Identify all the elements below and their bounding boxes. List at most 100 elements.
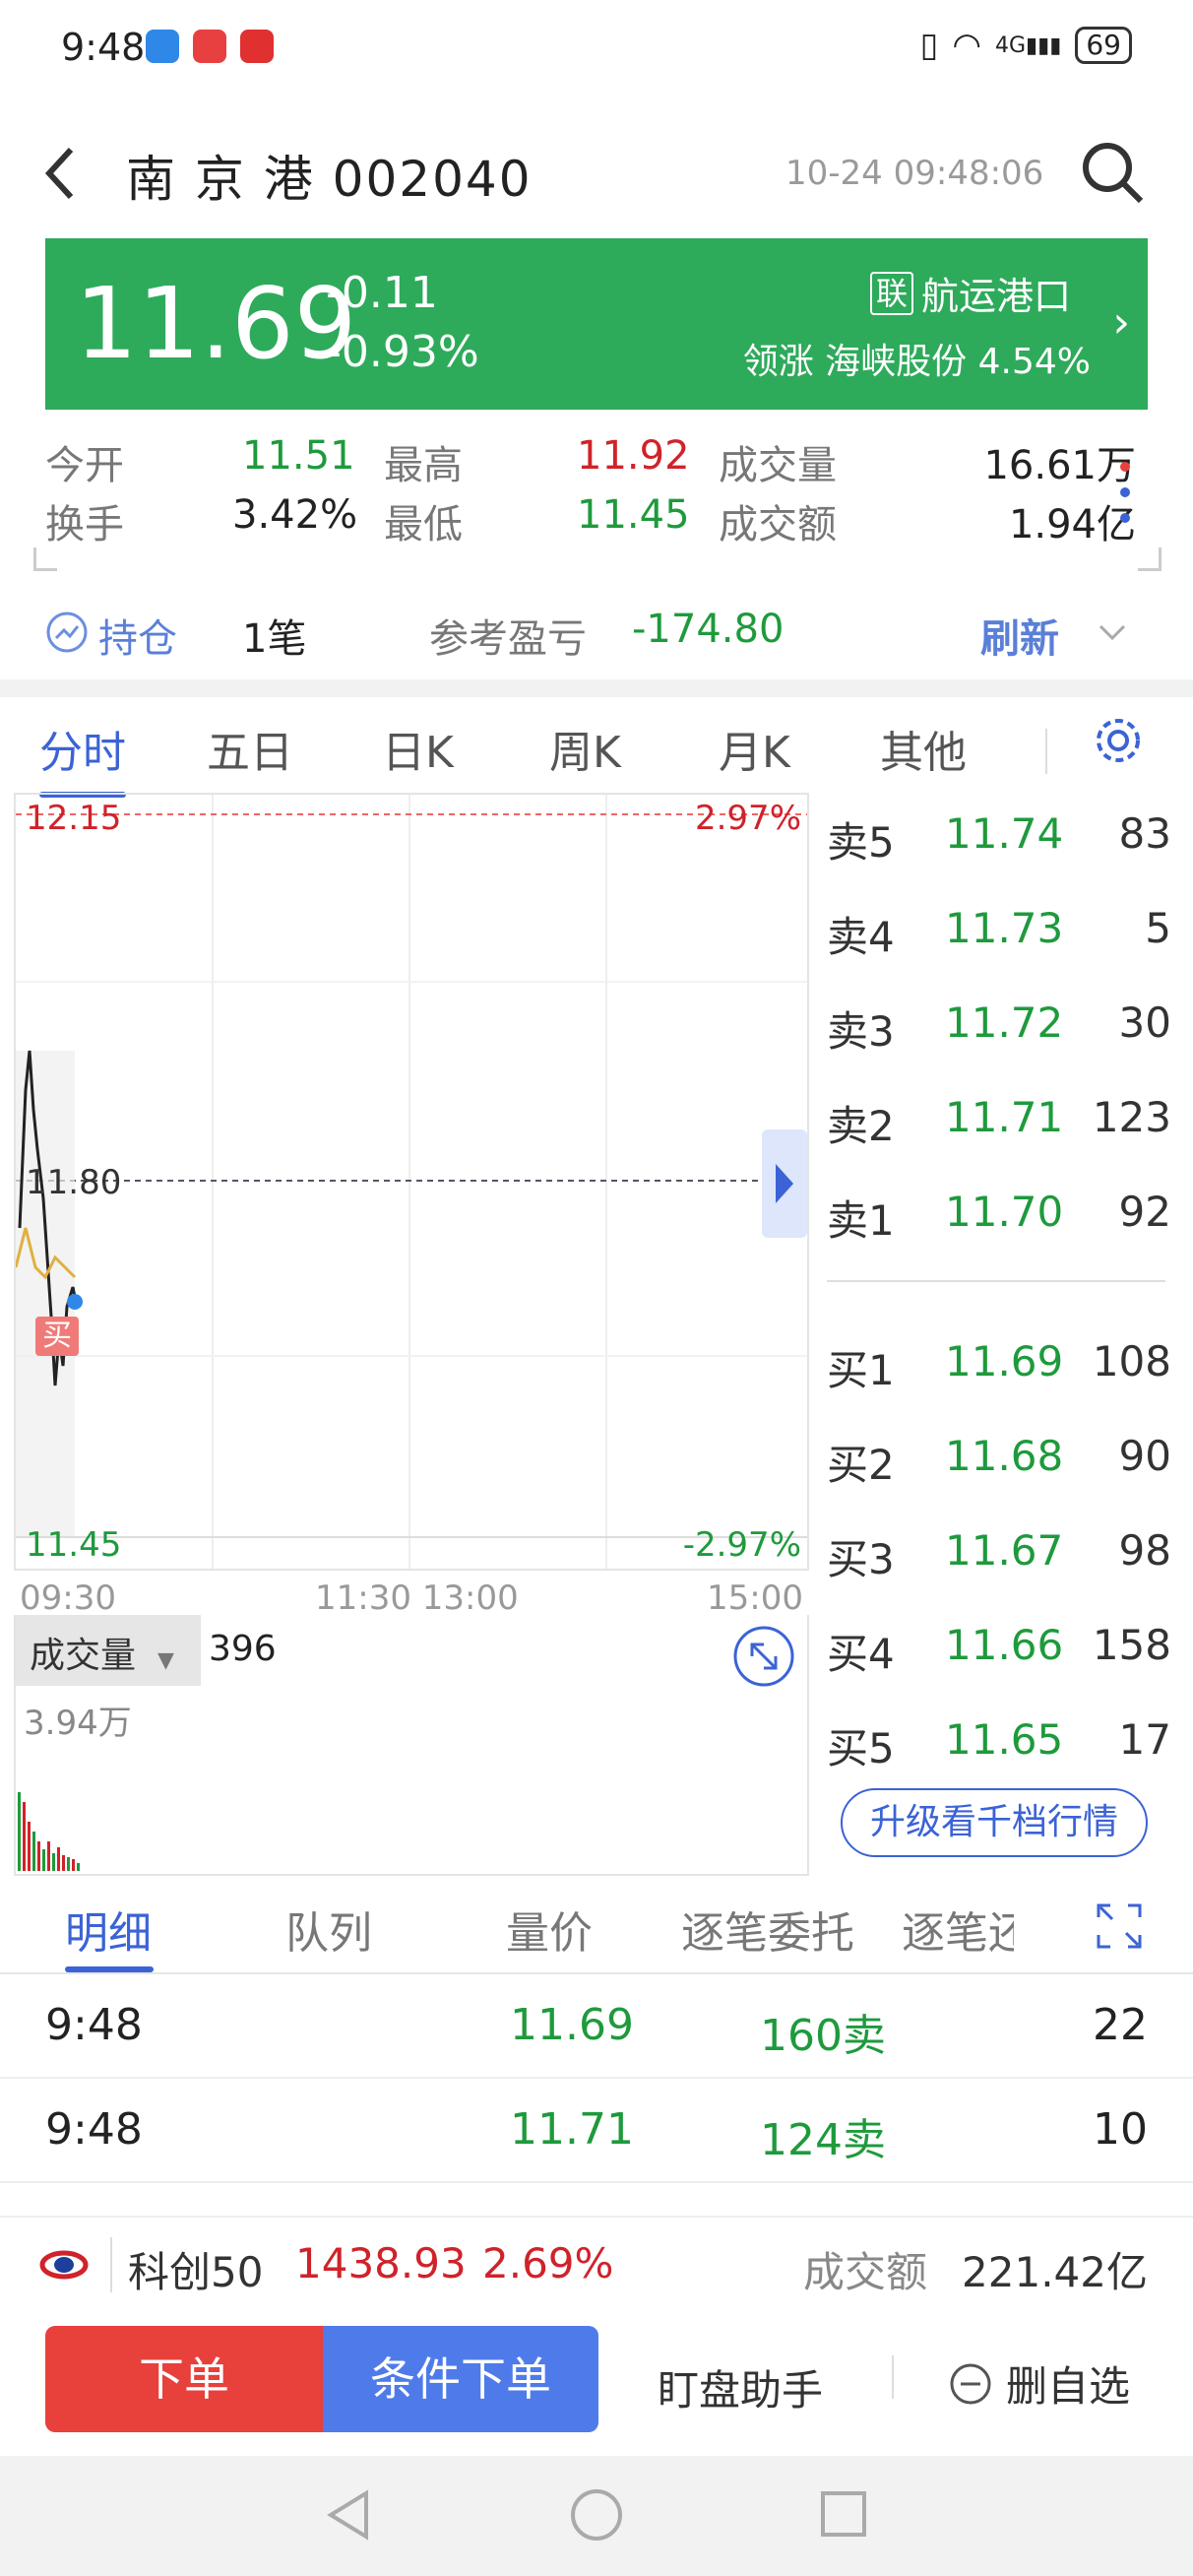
chevron-right-icon[interactable]: ›: [1112, 297, 1130, 348]
turnover-value: 3.42%: [232, 492, 358, 538]
battery-icon: 69: [1075, 27, 1132, 64]
watch-assistant-button[interactable]: 盯盘助手: [658, 2357, 823, 2417]
low-value: 11.45: [577, 492, 690, 538]
index-change-pct: 2.69%: [482, 2239, 614, 2287]
buy-marker: 买: [35, 1317, 79, 1356]
triangle-down-icon: ▼: [157, 1648, 174, 1673]
time-axis-end: 15:00: [707, 1578, 803, 1618]
status-time: 9:48: [61, 26, 146, 69]
stats-grid: 今开 11.51 最高 11.92 成交量 16.61万 换手 3.42% 最低…: [45, 433, 1148, 551]
tab-other[interactable]: 其他: [880, 717, 967, 780]
ask-row[interactable]: 卖3 11.72 30: [827, 998, 1171, 1058]
chart-bottom-pct: -2.97%: [682, 1525, 801, 1565]
expand-icon[interactable]: [732, 1625, 795, 1688]
minus-circle-icon: [950, 2363, 991, 2404]
high-label: 最高: [384, 443, 463, 488]
volume-panel: 成交量 ▼ 396 3.94万: [14, 1615, 809, 1876]
upgrade-depth-button[interactable]: 升级看千档行情: [841, 1788, 1148, 1857]
stock-title: 南 京 港 002040: [126, 151, 533, 208]
more-icon[interactable]: [1112, 453, 1138, 532]
sector-leader[interactable]: 领涨 海峡股份 4.54%: [743, 333, 1091, 384]
volume-value: 396: [209, 1629, 277, 1669]
volume-label: 成交量: [719, 443, 837, 488]
pnl-label: 参考盈亏: [429, 616, 587, 662]
divider: [110, 2237, 112, 2292]
volume-bars: [18, 1792, 80, 1871]
active-tab-indicator: [65, 1966, 154, 1972]
index-name: 科创50: [128, 2248, 264, 2296]
settings-gear-icon[interactable]: [1091, 713, 1146, 768]
chart-tabs: 分时 五日 日K 周K 月K 其他: [0, 699, 1193, 798]
intraday-chart-svg: [14, 795, 807, 1569]
tab-daily-k[interactable]: 日K: [382, 717, 454, 780]
vibrate-icon: ▯: [919, 26, 939, 65]
index-amount: 221.42亿: [962, 2248, 1148, 2296]
header: 南 京 港 002040 10-24 09:48:06: [0, 128, 1193, 217]
open-value: 11.51: [242, 433, 355, 479]
holding-label[interactable]: 持仓: [98, 607, 177, 664]
fullscreen-icon[interactable]: [1095, 1901, 1144, 1951]
tab-order-restore[interactable]: 逐笔还原: [902, 1898, 1014, 1961]
app-notification-icon: [193, 30, 226, 63]
corner-mark: [1138, 547, 1162, 571]
chart-mid-price: 11.80: [26, 1163, 122, 1202]
bid-row[interactable]: 买2 11.68 90: [827, 1432, 1171, 1491]
sector-name: 航运港口: [921, 275, 1072, 318]
bid-row[interactable]: 买1 11.69 108: [827, 1337, 1171, 1396]
status-icons: ▯ ◠ 4G▮▮▮ 69: [920, 26, 1132, 65]
signal-icon: 4G▮▮▮: [994, 32, 1062, 58]
remove-watchlist-button[interactable]: 删自选: [949, 2353, 1130, 2414]
pnl-value: -174.80: [632, 607, 785, 652]
tab-five-day[interactable]: 五日: [207, 717, 293, 780]
time-axis-start: 09:30: [20, 1578, 116, 1618]
status-bar: 9:48 ▯ ◠ 4G▮▮▮ 69: [0, 0, 1193, 98]
tab-order-by-order[interactable]: 逐笔委托: [681, 1898, 854, 1961]
tab-queue[interactable]: 队列: [285, 1898, 372, 1961]
corner-mark: [33, 547, 57, 571]
nav-home-icon[interactable]: [569, 2487, 624, 2543]
place-order-button[interactable]: 下单: [45, 2326, 323, 2432]
current-price: 11.69: [75, 266, 357, 381]
price-change: -0.11: [326, 268, 438, 318]
volume-max: 3.94万: [24, 1704, 132, 1743]
tab-weekly-k[interactable]: 周K: [549, 717, 621, 780]
nav-back-icon[interactable]: [325, 2487, 372, 2543]
index-amount-label: 成交额: [803, 2248, 928, 2296]
ask-row[interactable]: 卖2 11.71 123: [827, 1093, 1171, 1152]
detail-tabs: 明细 队列 量价 逐笔委托 逐笔还原: [0, 1876, 1193, 1974]
chevron-down-icon[interactable]: [1097, 622, 1128, 642]
turnover-label: 换手: [45, 502, 124, 547]
divider: [892, 2355, 894, 2399]
sector-badge: 联: [870, 271, 914, 315]
tab-intraday[interactable]: 分时: [39, 717, 126, 780]
ask-row[interactable]: 卖5 11.74 83: [827, 809, 1171, 869]
index-logo-icon: [39, 2250, 89, 2280]
search-icon[interactable]: [1078, 138, 1147, 207]
intraday-chart[interactable]: 12.15 2.97% 11.80 11.45 -2.97% 买 09:30 1…: [14, 793, 809, 1618]
conditional-order-button[interactable]: 条件下单: [323, 2326, 598, 2432]
price-change-pct: -0.93%: [326, 327, 479, 377]
volume-selector[interactable]: 成交量 ▼: [16, 1615, 201, 1686]
sector-link[interactable]: 联 航运港口: [870, 266, 1071, 320]
system-nav-bar: [0, 2456, 1193, 2576]
divider: [1045, 729, 1047, 774]
book-divider: [827, 1280, 1165, 1282]
ask-row[interactable]: 卖1 11.70 92: [827, 1188, 1171, 1247]
quote-timestamp: 10-24 09:48:06: [785, 154, 1044, 193]
price-panel: 11.69 -0.11 -0.93% 联 航运港口 领涨 海峡股份 4.54% …: [45, 238, 1148, 410]
bid-row[interactable]: 买3 11.67 98: [827, 1526, 1171, 1585]
ask-row[interactable]: 卖4 11.73 5: [827, 904, 1171, 963]
back-icon[interactable]: [39, 144, 83, 203]
nav-recents-icon[interactable]: [819, 2489, 868, 2539]
wifi-icon: ◠: [952, 26, 981, 65]
refresh-button[interactable]: 刷新: [980, 607, 1059, 664]
bid-row[interactable]: 买5 11.65 17: [827, 1715, 1171, 1774]
open-label: 今开: [45, 443, 124, 488]
tab-monthly-k[interactable]: 月K: [719, 717, 790, 780]
index-ticker[interactable]: 科创50 1438.93 2.69% 成交额 221.42亿: [0, 2216, 1193, 2314]
chart-trend-icon: [46, 612, 88, 653]
tab-volume-price[interactable]: 量价: [506, 1898, 593, 1961]
table-row: 9:48 11.69 160卖 22: [0, 1974, 1193, 2079]
bid-row[interactable]: 买4 11.66 158: [827, 1621, 1171, 1680]
tab-detail[interactable]: 明细: [65, 1898, 152, 1961]
